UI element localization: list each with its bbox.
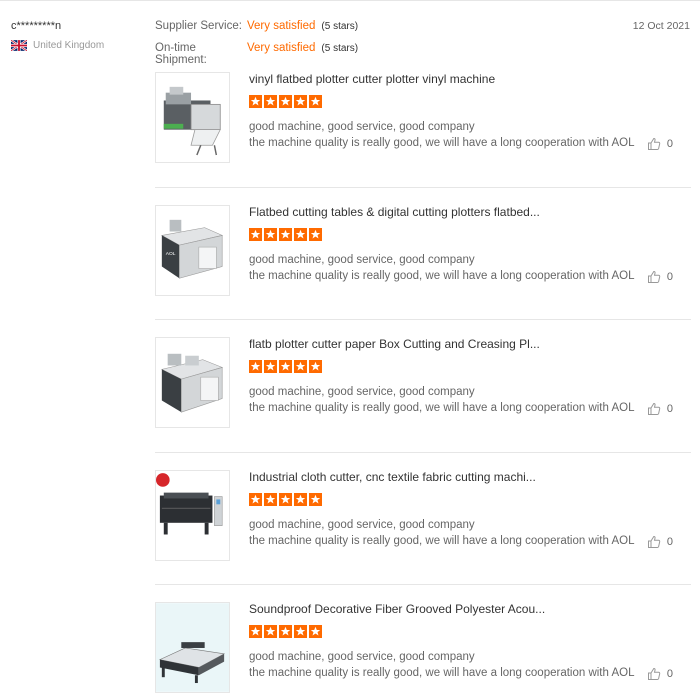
review-text-line: good machine, good service, good company [249,518,475,531]
product-review-list: vinyl flatbed plotter cutter plotter vin… [155,55,691,700]
review-item: Soundproof Decorative Fiber Grooved Poly… [155,585,691,700]
rating-value: Very satisfied [247,20,316,32]
star-icon [294,227,307,241]
like-button[interactable]: 0 [647,535,673,549]
thumbs-up-icon [647,535,661,549]
like-count: 0 [666,668,673,680]
uk-flag-icon [10,39,28,52]
star-icon [309,625,322,638]
review-star-rating [249,360,324,373]
svg-text:AOL: AOL [166,250,176,256]
product-title-link[interactable]: Flatbed cutting tables & digital cutting… [249,205,540,219]
star-icon [249,625,262,638]
star-icon [279,360,292,373]
product-image[interactable] [155,602,230,693]
review-star-rating [249,492,324,506]
product-title-link[interactable]: Industrial cloth cutter, cnc textile fab… [249,470,536,484]
review-star-rating [249,95,324,108]
like-button[interactable]: 0 [647,137,673,151]
buyer-info: c*********n United Kingdom [10,20,105,52]
like-count: 0 [666,403,673,415]
like-button[interactable]: 0 [647,402,673,416]
like-count: 0 [666,270,673,283]
review-star-rating [249,625,324,638]
review-star-rating [249,227,324,241]
review-item: flatb plotter cutter paper Box Cutting a… [155,320,691,453]
rating-stars-text: (5 stars) [321,21,359,32]
rating-stars-text: (5 stars) [321,43,359,54]
review-text-line: the machine quality is really good, we w… [249,402,635,414]
buyer-name: c*********n [11,20,62,32]
star-icon [264,625,277,638]
star-icon [249,492,262,506]
star-icon [264,227,277,241]
like-count: 0 [666,535,673,548]
review-item: AOL Flatbed cutting tables & digital cut… [155,188,691,320]
star-icon [264,95,277,108]
star-icon [309,360,322,373]
star-icon [249,227,262,241]
rating-value: Very satisfied [247,42,316,54]
star-icon [294,625,307,638]
buyer-country-label: United Kingdom [33,40,105,51]
star-icon [279,227,292,241]
review-text-line: good machine, good service, good company [249,651,475,663]
star-icon [294,492,307,506]
star-icon [279,625,292,638]
review-text-line: good machine, good service, good company [249,121,475,133]
product-image[interactable] [155,337,230,428]
like-button[interactable]: 0 [647,270,673,284]
star-icon [279,95,292,108]
review-text-line: good machine, good service, good company [249,386,475,398]
product-image[interactable] [155,469,230,561]
star-icon [264,360,277,373]
review-text-line: the machine quality is really good, we w… [249,667,635,679]
thumbs-up-icon [647,667,661,681]
top-divider [0,0,700,1]
review-item: vinyl flatbed plotter cutter plotter vin… [155,55,691,188]
rating-supplier-service: Supplier Service: Very satisfied (5 star… [155,20,358,42]
like-count: 0 [666,138,673,150]
star-icon [294,360,307,373]
review-date: 12 Oct 2021 [632,20,690,32]
star-icon [249,95,262,108]
star-icon [294,95,307,108]
review-text-line: good machine, good service, good company [249,253,475,266]
review-text-line: the machine quality is really good, we w… [249,137,635,149]
thumbs-up-icon [647,402,661,416]
thumbs-up-icon [647,270,661,284]
star-icon [309,95,322,108]
star-icon [249,360,262,373]
product-image[interactable] [155,72,230,163]
star-icon [309,227,322,241]
product-title-link[interactable]: vinyl flatbed plotter cutter plotter vin… [249,72,495,86]
star-icon [264,492,277,506]
rating-label: Supplier Service: [155,20,242,32]
buyer-country: United Kingdom [10,39,105,52]
star-icon [279,492,292,506]
like-button[interactable]: 0 [647,667,673,681]
review-item: Industrial cloth cutter, cnc textile fab… [155,453,691,585]
product-image[interactable]: AOL [155,204,230,296]
product-title-link[interactable]: Soundproof Decorative Fiber Grooved Poly… [249,602,545,616]
star-icon [309,492,322,506]
review-text-line: the machine quality is really good, we w… [249,534,635,547]
review-text-line: the machine quality is really good, we w… [249,269,635,282]
thumbs-up-icon [647,137,661,151]
product-title-link[interactable]: flatb plotter cutter paper Box Cutting a… [249,337,540,351]
